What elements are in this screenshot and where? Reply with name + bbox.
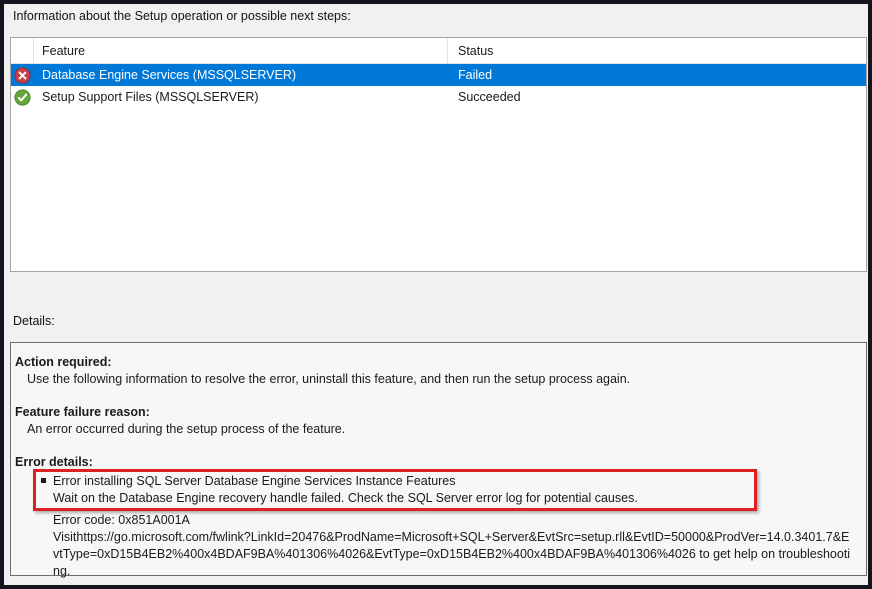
feature-cell: Database Engine Services (MSSQLSERVER)	[34, 64, 448, 86]
error-bullet-text: Error installing SQL Server Database Eng…	[53, 473, 753, 507]
troubleshooting-link-text: Visithttps://go.microsoft.com/fwlink?Lin…	[53, 529, 853, 580]
status-cell: Succeeded	[448, 86, 866, 108]
icon-column-header	[11, 38, 34, 63]
info-label: Information about the Setup operation or…	[13, 9, 351, 23]
action-required-body: Use the following information to resolve…	[27, 371, 630, 387]
error-status-icon	[11, 64, 34, 86]
table-header-row: Feature Status	[11, 38, 866, 64]
action-required-heading: Action required:	[15, 354, 112, 370]
feature-failure-reason-heading: Feature failure reason:	[15, 404, 150, 420]
details-readonly-textbox[interactable]: Action required: Use the following infor…	[10, 342, 867, 576]
bullet-icon	[41, 478, 46, 483]
table-row-database-engine-services[interactable]: Database Engine Services (MSSQLSERVER) F…	[11, 64, 866, 86]
feature-cell: Setup Support Files (MSSQLSERVER)	[34, 86, 448, 108]
error-bullet-line2: Wait on the Database Engine recovery han…	[53, 490, 753, 507]
feature-failure-reason-body: An error occurred during the setup proce…	[27, 421, 345, 437]
details-label: Details:	[13, 314, 55, 328]
feature-status-table: Feature Status Database Engine Services …	[10, 37, 867, 272]
error-bullet-line1: Error installing SQL Server Database Eng…	[53, 473, 753, 490]
success-status-icon	[11, 86, 34, 108]
error-code-text: Error code: 0x851A001A	[53, 512, 190, 528]
table-row-setup-support-files[interactable]: Setup Support Files (MSSQLSERVER) Succee…	[11, 86, 866, 108]
status-column-header[interactable]: Status	[448, 38, 866, 63]
error-details-heading: Error details:	[15, 454, 93, 470]
status-cell: Failed	[448, 64, 866, 86]
setup-results-panel: Information about the Setup operation or…	[0, 0, 872, 589]
feature-column-header[interactable]: Feature	[34, 38, 448, 63]
